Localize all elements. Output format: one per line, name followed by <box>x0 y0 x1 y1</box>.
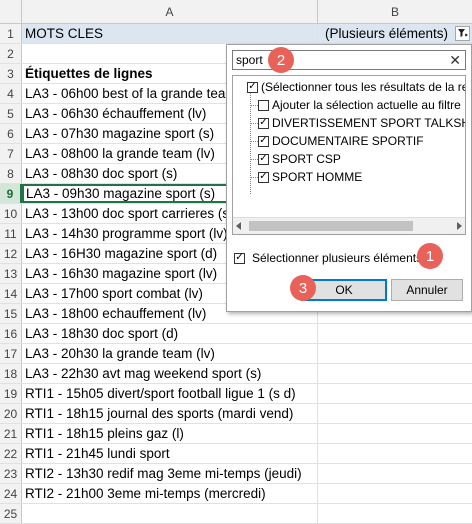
cell[interactable]: LA3 - 18h30 doc sport (d) <box>22 324 318 343</box>
scrollbar-thumb[interactable] <box>249 221 413 231</box>
column-header-b[interactable]: B <box>318 0 472 24</box>
list-item-label: Ajouter la sélection actuelle au filtre <box>272 98 461 112</box>
column-header-a[interactable]: A <box>22 0 318 24</box>
checkbox-checked[interactable]: ✓ <box>247 81 258 93</box>
list-item[interactable]: ✓ SPORT HOMME <box>233 168 362 186</box>
row-header[interactable]: 20 <box>0 404 22 423</box>
cell-a1[interactable]: MOTS CLES <box>22 24 318 43</box>
row-header[interactable]: 19 <box>0 384 22 403</box>
filter-dropdown: ✕ ✓ (Sélectionner tous les résultats de … <box>226 44 472 312</box>
table-row: 21 RTI1 - 18h15 pleins gaz (l) <box>0 424 472 444</box>
checkbox-checked[interactable]: ✓ <box>258 153 269 165</box>
list-item[interactable]: ✓ SPORT CSP <box>233 150 341 168</box>
table-row: 25 <box>0 504 472 524</box>
table-row: 1 MOTS CLES (Plusieurs éléments) <box>0 24 472 44</box>
list-item-label: SPORT HOMME <box>272 170 363 184</box>
row-header[interactable]: 12 <box>0 244 22 263</box>
row-header[interactable]: 1 <box>0 24 22 43</box>
row-header[interactable]: 18 <box>0 364 22 383</box>
cell[interactable] <box>318 364 472 383</box>
cell[interactable] <box>318 424 472 443</box>
table-row: 23 RTI2 - 13h30 redif mag 3eme mi-temps … <box>0 464 472 484</box>
table-row: 17 LA3 - 20h30 la grande team (lv) <box>0 344 472 364</box>
row-header[interactable]: 14 <box>0 284 22 303</box>
table-row: 24 RTI2 - 21h00 3eme mi-temps (mercredi) <box>0 484 472 504</box>
cell[interactable]: RTI2 - 13h30 redif mag 3eme mi-temps (je… <box>22 464 318 483</box>
row-header[interactable]: 17 <box>0 344 22 363</box>
table-row: 18 LA3 - 22h30 avt mag weekend sport (s) <box>0 364 472 384</box>
cell[interactable] <box>318 444 472 463</box>
cell[interactable]: RTI1 - 18h15 journal des sports (mardi v… <box>22 404 318 423</box>
row-header[interactable]: 8 <box>0 164 22 183</box>
cell[interactable]: RTI1 - 15h05 divert/sport football ligue… <box>22 384 318 403</box>
table-row: 19 RTI1 - 15h05 divert/sport football li… <box>0 384 472 404</box>
cell[interactable] <box>318 344 472 363</box>
row-header[interactable]: 16 <box>0 324 22 343</box>
filter-icon[interactable] <box>455 26 470 41</box>
cell[interactable] <box>318 324 472 343</box>
table-row: 20 RTI1 - 18h15 journal des sports (mard… <box>0 404 472 424</box>
checkbox-checked[interactable]: ✓ <box>258 135 269 147</box>
filter-value: (Plusieurs éléments) <box>324 26 448 41</box>
row-header-selected[interactable]: 9 <box>0 184 22 203</box>
cell[interactable] <box>318 484 472 503</box>
table-row: 16 LA3 - 18h30 doc sport (d) <box>0 324 472 344</box>
cell-b1[interactable]: (Plusieurs éléments) <box>318 24 472 43</box>
row-header[interactable]: 7 <box>0 144 22 163</box>
row-header[interactable]: 25 <box>0 504 22 523</box>
clear-search-icon[interactable]: ✕ <box>449 51 461 69</box>
cell[interactable]: RTI1 - 21h45 lundi sport <box>22 444 318 463</box>
cell[interactable]: RTI2 - 21h00 3eme mi-temps (mercredi) <box>22 484 318 503</box>
row-header[interactable]: 5 <box>0 104 22 123</box>
cell[interactable]: RTI1 - 18h15 pleins gaz (l) <box>22 424 318 443</box>
row-header[interactable]: 2 <box>0 44 22 63</box>
list-item[interactable]: ✓ (Sélectionner tous les résultats de la… <box>247 78 465 96</box>
scroll-left-icon[interactable] <box>236 222 241 230</box>
checkbox-unchecked[interactable] <box>258 99 269 111</box>
select-multiple-option[interactable]: ✓ Sélectionner plusieurs éléments <box>234 251 422 265</box>
list-item-label: DOCUMENTAIRE SPORTIF <box>272 134 424 148</box>
select-all-corner[interactable] <box>0 0 22 24</box>
row-header[interactable]: 24 <box>0 484 22 503</box>
row-header[interactable]: 11 <box>0 224 22 243</box>
list-item-label: (Sélectionner tous les résultats de la r… <box>261 80 465 94</box>
row-header[interactable]: 6 <box>0 124 22 143</box>
select-multiple-label: Sélectionner plusieurs éléments <box>252 251 423 265</box>
cell[interactable] <box>318 504 472 523</box>
checkbox-checked[interactable]: ✓ <box>258 117 269 129</box>
annotation-badge-2: 2 <box>268 47 294 73</box>
cell[interactable] <box>318 404 472 423</box>
row-header[interactable]: 15 <box>0 304 22 323</box>
list-item[interactable]: ✓ DIVERTISSEMENT SPORT TALKSHOW <box>233 114 465 132</box>
cell[interactable] <box>318 384 472 403</box>
row-header[interactable]: 23 <box>0 464 22 483</box>
row-header[interactable]: 13 <box>0 264 22 283</box>
cancel-button[interactable]: Annuler <box>391 279 463 301</box>
list-item[interactable]: Ajouter la sélection actuelle au filtre <box>233 96 461 114</box>
table-row: 22 RTI1 - 21h45 lundi sport <box>0 444 472 464</box>
search-input[interactable] <box>233 51 436 68</box>
cell[interactable]: LA3 - 20h30 la grande team (lv) <box>22 344 318 363</box>
row-header[interactable]: 10 <box>0 204 22 223</box>
checkbox-checked[interactable]: ✓ <box>258 171 269 183</box>
list-item-label: SPORT CSP <box>272 152 341 166</box>
list-item[interactable]: ✓ DOCUMENTAIRE SPORTIF <box>233 132 424 150</box>
list-item-label: DIVERTISSEMENT SPORT TALKSHOW <box>272 116 465 130</box>
select-multiple-checkbox[interactable]: ✓ <box>234 252 245 264</box>
cell[interactable]: LA3 - 22h30 avt mag weekend sport (s) <box>22 364 318 383</box>
cell[interactable] <box>22 504 318 523</box>
annotation-badge-1: 1 <box>417 243 443 269</box>
row-header[interactable]: 21 <box>0 424 22 443</box>
row-header[interactable]: 4 <box>0 84 22 103</box>
annotation-badge-3: 3 <box>290 275 316 301</box>
row-header[interactable]: 22 <box>0 444 22 463</box>
scroll-right-icon[interactable] <box>457 222 462 230</box>
horizontal-scrollbar[interactable] <box>233 217 465 234</box>
filter-items-list: ✓ (Sélectionner tous les résultats de la… <box>232 75 466 235</box>
row-header[interactable]: 3 <box>0 64 22 83</box>
cell[interactable] <box>318 464 472 483</box>
